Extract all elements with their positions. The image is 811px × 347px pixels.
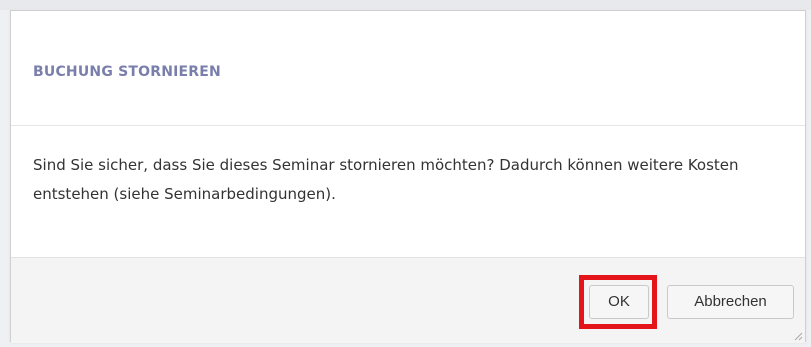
dialog-title: BUCHUNG STORNIEREN: [33, 64, 221, 80]
cancel-booking-dialog: BUCHUNG STORNIEREN Sind Sie sicher, dass…: [10, 10, 806, 343]
dialog-body: Sind Sie sicher, dass Sie dieses Seminar…: [11, 126, 805, 257]
resize-grip-icon[interactable]: [793, 331, 803, 341]
cancel-button[interactable]: Abbrechen: [667, 285, 794, 319]
page-stage: BUCHUNG STORNIEREN Sind Sie sicher, dass…: [0, 0, 811, 347]
background-strip: [0, 0, 811, 10]
dialog-message: Sind Sie sicher, dass Sie dieses Seminar…: [33, 156, 739, 203]
ok-button[interactable]: OK: [589, 285, 649, 319]
dialog-footer: OK Abbrechen: [11, 257, 805, 343]
dialog-header: BUCHUNG STORNIEREN: [11, 11, 805, 126]
